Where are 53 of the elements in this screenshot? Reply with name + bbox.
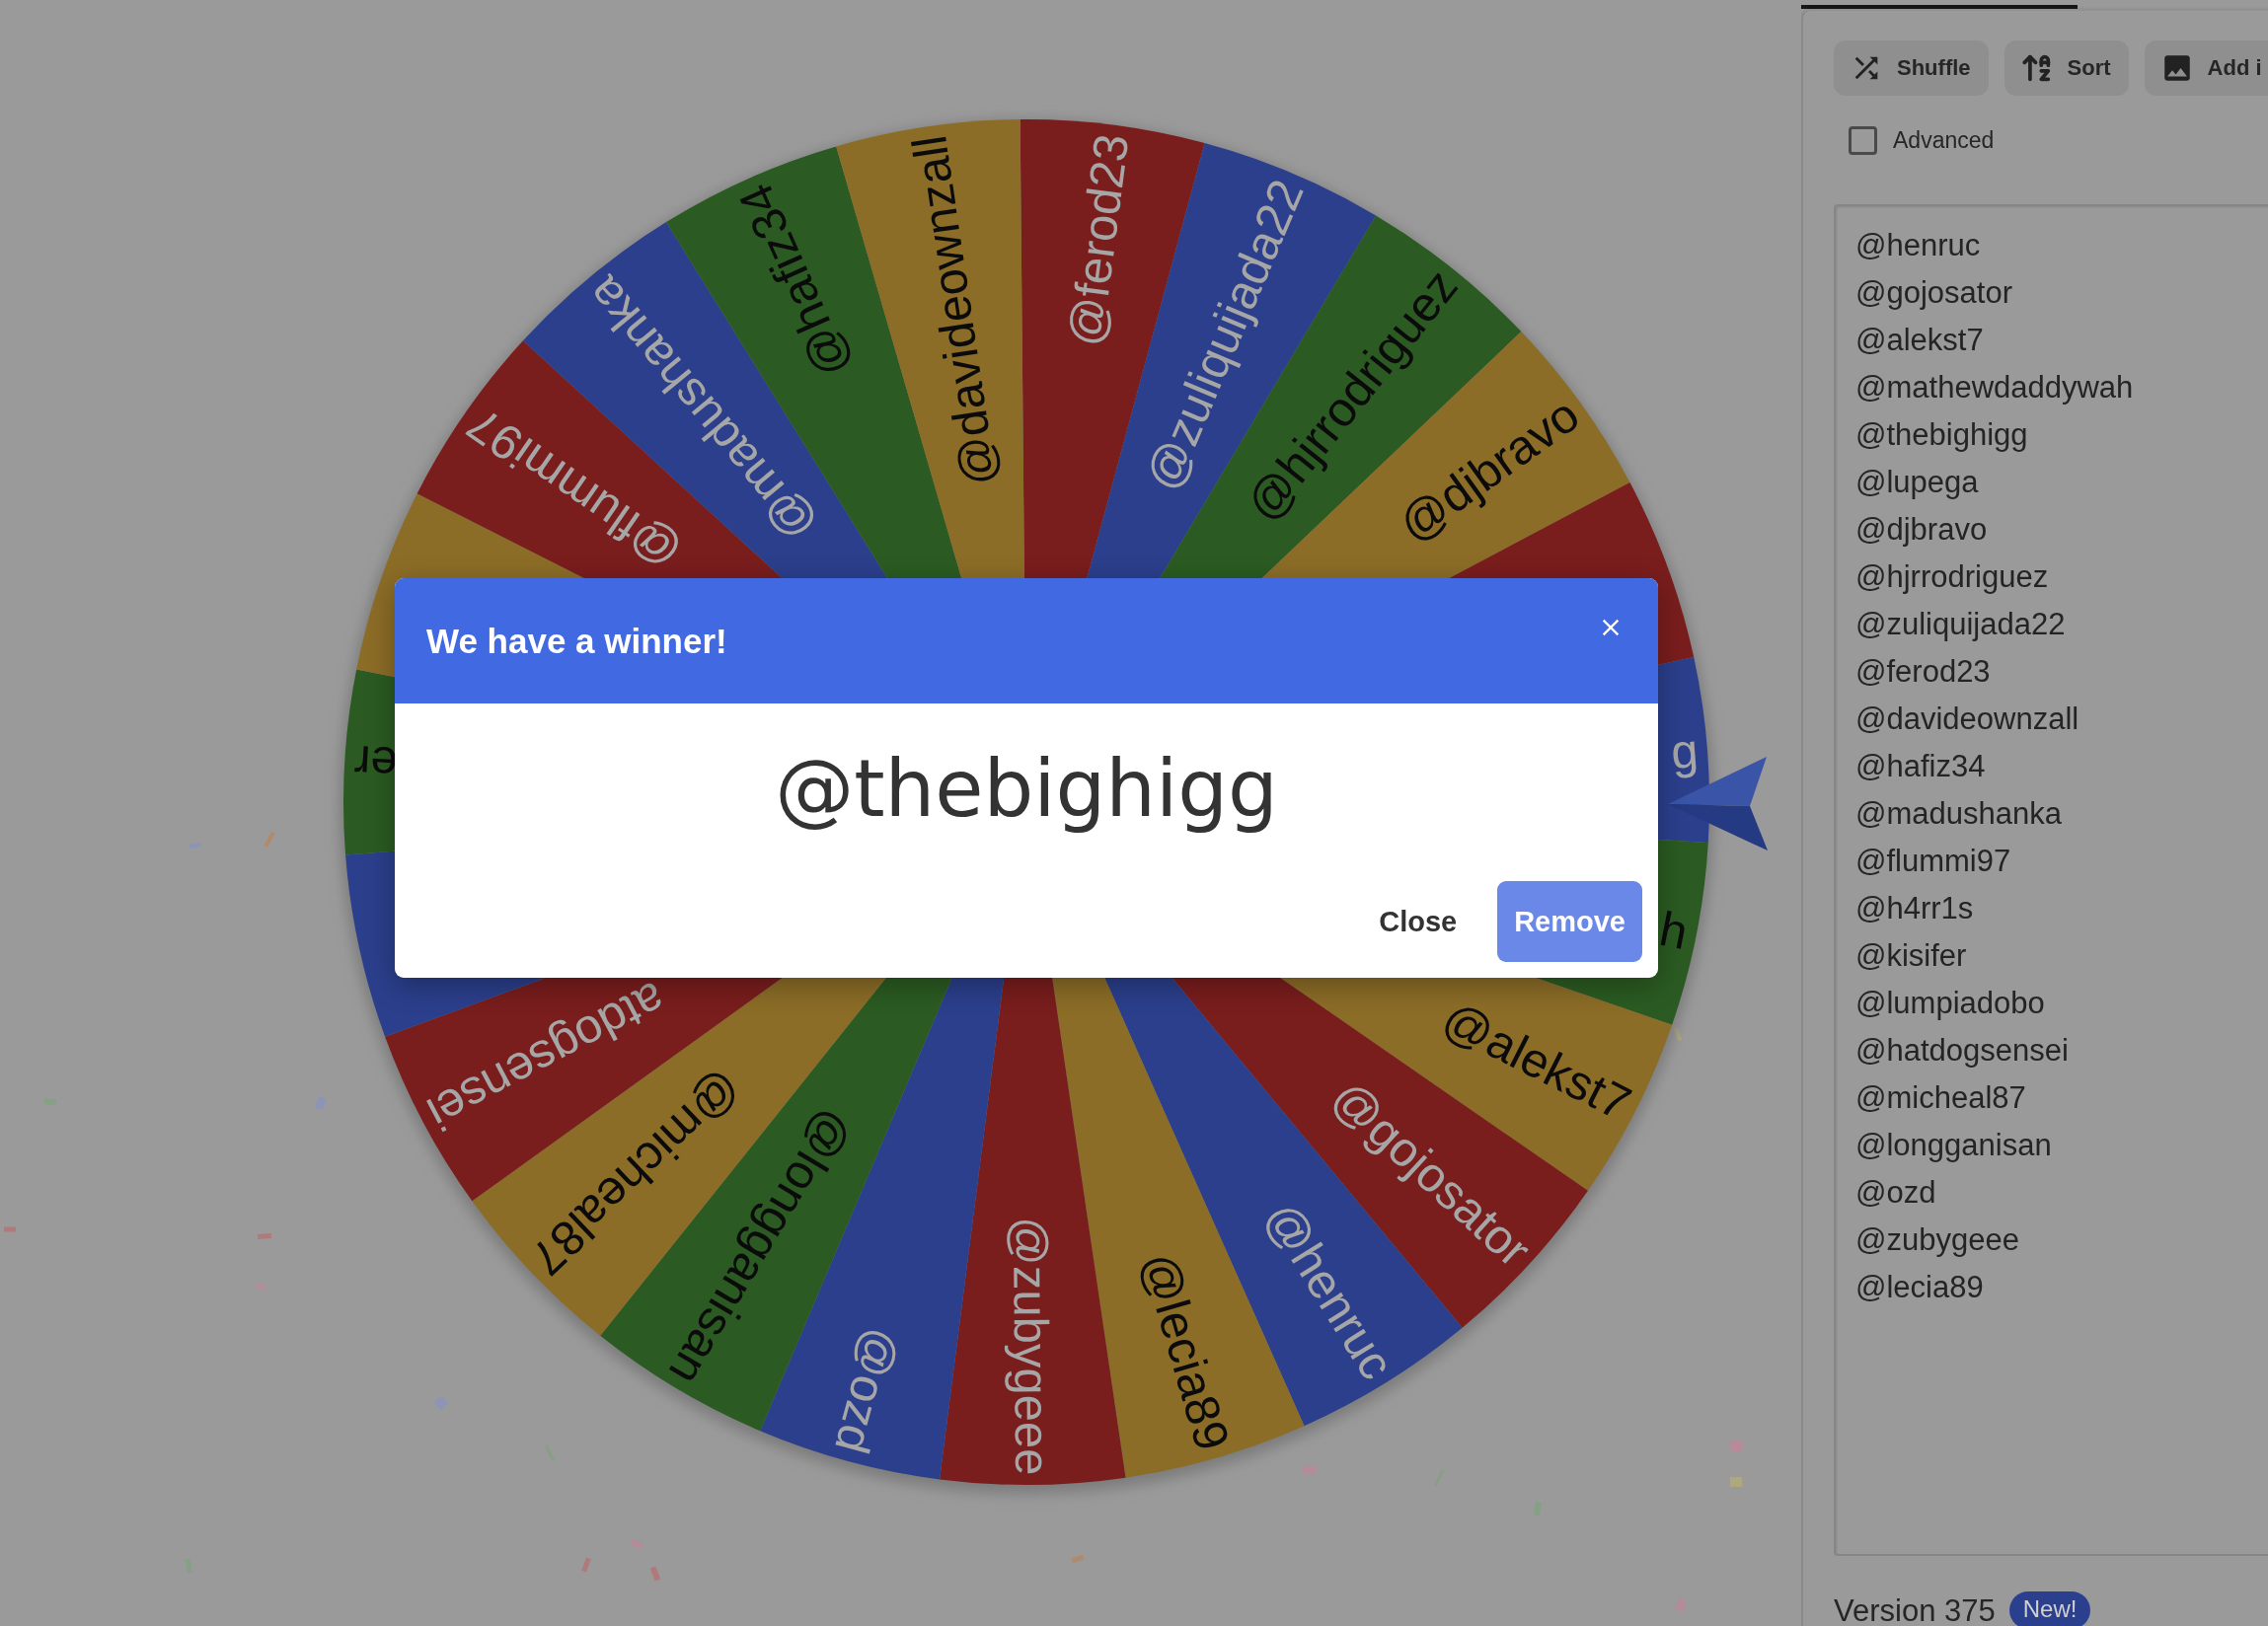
advanced-checkbox[interactable] [1849, 126, 1877, 155]
entry-line: @micheal87 [1855, 1079, 2026, 1117]
entry-line: @zuliquijada22 [1855, 606, 2066, 643]
confetti-piece [257, 1232, 272, 1240]
checkbox-label: Advanced [1893, 129, 1995, 152]
entry-line: @davideownzall [1855, 701, 2079, 738]
entry-line: @thebighigg [1855, 416, 2028, 454]
entry-line: @madushanka [1855, 795, 2062, 833]
entry-line: @lumpiadobo [1855, 985, 2045, 1022]
new-badge: New! [2008, 1591, 2091, 1626]
confetti-piece [189, 843, 202, 849]
entry-line: @lecia89 [1855, 1269, 1984, 1306]
confetti-piece [630, 1538, 643, 1550]
entry-line: @ferod23 [1855, 653, 1991, 691]
entry-line: @zubygeee [1855, 1221, 2019, 1259]
confetti-piece [264, 832, 275, 848]
entry-line: @flummi97 [1855, 843, 2011, 880]
confetti-piece [1302, 1466, 1316, 1474]
entry-line: @djbravo [1855, 511, 1988, 549]
image-button[interactable]: Add i [2144, 40, 2268, 96]
wheel-label: g [1669, 723, 1701, 779]
wheel-label: er [352, 735, 399, 792]
entry-line: @hjrrodriguez [1855, 558, 2049, 596]
confetti-piece [649, 1566, 661, 1582]
confetti-piece [315, 1096, 327, 1110]
sort-button[interactable]: Sort [2003, 40, 2129, 96]
wheel-label: h [1655, 901, 1693, 960]
entry-line: @h4rr1s [1855, 890, 1974, 927]
confetti-piece [1730, 1477, 1742, 1487]
confetti-piece [1071, 1554, 1085, 1564]
version-label: Version 375 [1834, 1594, 1996, 1626]
shuffle-button[interactable]: Shuffle [1834, 40, 1989, 96]
entry-line: @kisifer [1855, 937, 1967, 975]
close-button[interactable]: Close [1367, 893, 1470, 950]
wheel-label: @ferod23 [1058, 130, 1139, 349]
confetti-piece [255, 1283, 266, 1291]
entry-line: @henruc [1855, 227, 1981, 264]
entry-line: @gojosator [1855, 274, 2012, 312]
confetti-piece [581, 1557, 591, 1573]
entry-line: @lupega [1855, 464, 1979, 501]
entry-line: @longganisan [1855, 1127, 2052, 1164]
entry-line: @mathewdaddywah [1855, 369, 2134, 406]
entry-line: @hafiz34 [1855, 748, 1986, 785]
entry-line: @hatdogsensei [1855, 1032, 2069, 1070]
entry-line: @alekst7 [1855, 322, 1984, 359]
remove-button[interactable]: Remove [1497, 881, 1642, 962]
wheel-label: @zubygeee [1003, 1216, 1060, 1476]
confetti-piece [4, 1226, 16, 1232]
dialog-title: We have a winner! [426, 621, 727, 661]
confetti-piece [1674, 1597, 1688, 1613]
winner-name: @thebighigg [775, 742, 1278, 837]
confetti-piece [1730, 1441, 1742, 1452]
entry-line: @ozd [1855, 1174, 1936, 1212]
